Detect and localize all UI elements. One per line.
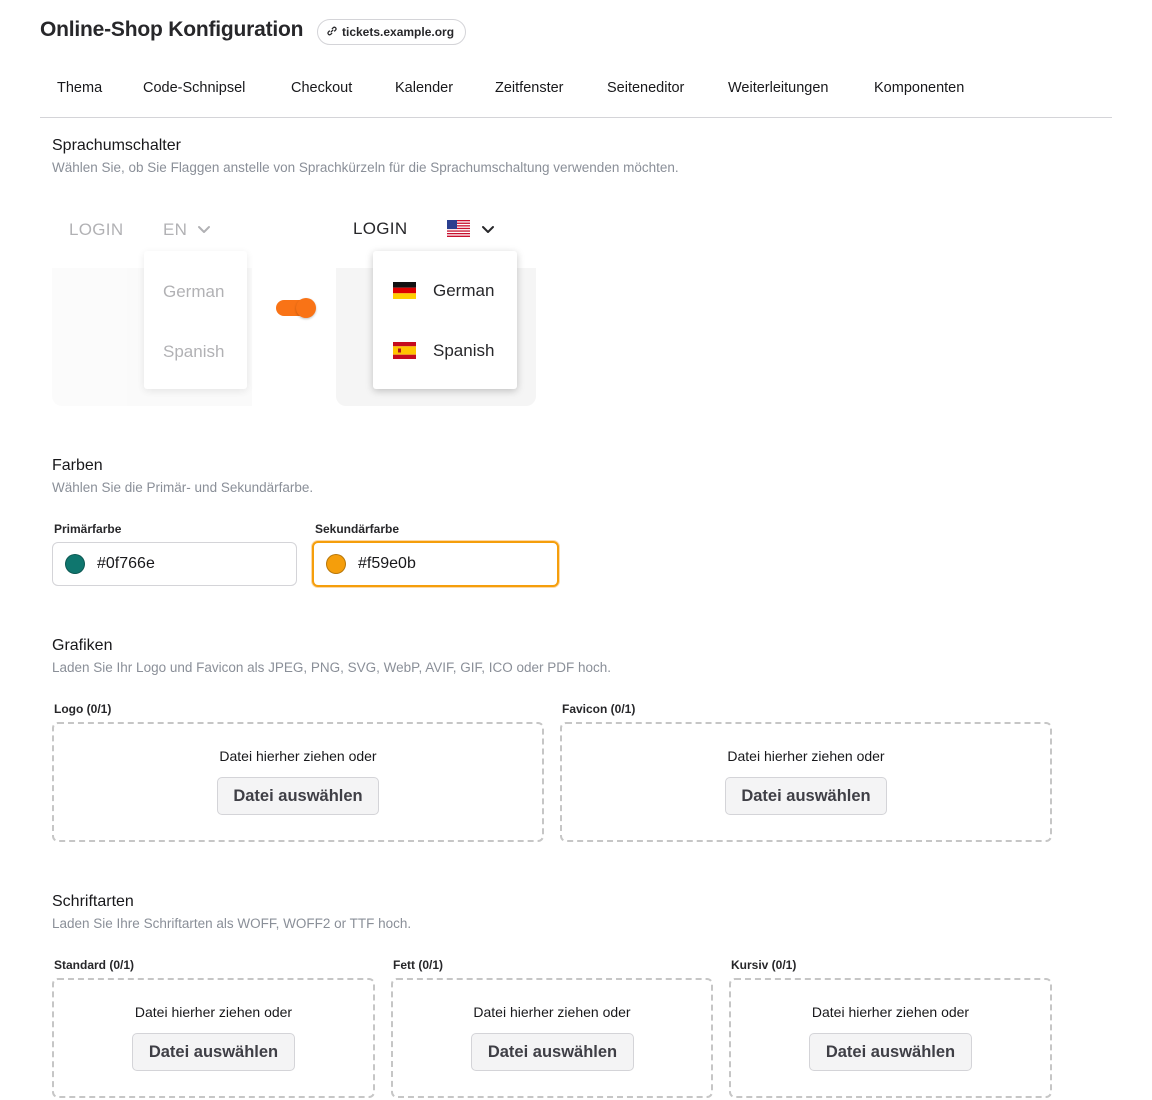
font-bold-select-file-button[interactable]: Datei auswählen (471, 1033, 634, 1071)
preview-dropdown: German Spanish (373, 251, 517, 389)
tab-code-schnipsel[interactable]: Code-Schnipsel (143, 80, 245, 96)
tab-checkout[interactable]: Checkout (291, 80, 352, 96)
graphics-description: Laden Sie Ihr Logo und Favicon als JPEG,… (52, 660, 612, 675)
dropzone-text: Datei hierher ziehen oder (219, 748, 377, 764)
font-regular-dropzone[interactable]: Datei hierher ziehen oder Datei auswähle… (52, 978, 375, 1098)
secondary-color-label: Sekundärfarbe (315, 522, 400, 536)
chevron-down-icon (481, 222, 495, 241)
favicon-upload-label: Favicon (0/1) (562, 702, 636, 716)
font-italic-select-file-button[interactable]: Datei auswählen (809, 1033, 972, 1071)
shop-url-text: tickets.example.org (342, 25, 455, 39)
tab-weiterleitungen[interactable]: Weiterleitungen (728, 80, 829, 96)
us-flag-icon (447, 220, 470, 242)
preview-option-german: German (163, 282, 225, 301)
settings-tabs: Thema Code-Schnipsel Checkout Kalender Z… (40, 80, 1112, 118)
primary-color-input[interactable]: #0f766e (52, 542, 297, 586)
tab-kalender[interactable]: Kalender (395, 80, 453, 96)
preview-option-spanish: Spanish (433, 341, 495, 360)
favicon-dropzone[interactable]: Datei hierher ziehen oder Datei auswähle… (560, 722, 1052, 842)
font-regular-label: Standard (0/1) (54, 958, 135, 972)
font-italic-label: Kursiv (0/1) (731, 958, 797, 972)
language-switcher-description: Wählen Sie, ob Sie Flaggen anstelle von … (52, 160, 679, 175)
primary-color-label: Primärfarbe (54, 522, 122, 536)
preview-option-german: German (433, 281, 495, 300)
font-bold-label: Fett (0/1) (393, 958, 444, 972)
preview-dropdown: German Spanish (144, 251, 247, 389)
dropzone-text: Datei hierher ziehen oder (134, 1004, 293, 1020)
favicon-select-file-button[interactable]: Datei auswählen (725, 777, 887, 815)
fonts-title: Schriftarten (52, 893, 134, 910)
de-flag-icon (393, 282, 416, 304)
preview-login-label: LOGIN (69, 220, 124, 239)
preview-option-spanish: Spanish (163, 342, 225, 361)
primary-color-swatch[interactable] (65, 554, 85, 574)
chevron-down-icon (197, 222, 211, 241)
secondary-color-value: #f59e0b (358, 555, 416, 572)
preview-language-code: EN (163, 220, 188, 239)
use-flags-toggle[interactable] (276, 298, 316, 318)
secondary-color-input[interactable]: #f59e0b (312, 541, 559, 587)
dropzone-text: Datei hierher ziehen oder (811, 1004, 970, 1020)
link-icon (327, 25, 337, 39)
font-bold-dropzone[interactable]: Datei hierher ziehen oder Datei auswähle… (391, 978, 713, 1098)
dropzone-text: Datei hierher ziehen oder (727, 748, 885, 764)
language-switcher-title: Sprachumschalter (52, 137, 181, 154)
graphics-title: Grafiken (52, 637, 113, 654)
page-title: Online-Shop Konfiguration (40, 18, 304, 41)
preview-login-label: LOGIN (353, 219, 408, 238)
colors-title: Farben (52, 457, 103, 474)
primary-color-value: #0f766e (97, 555, 155, 572)
tab-zeitfenster[interactable]: Zeitfenster (495, 80, 564, 96)
logo-upload-label: Logo (0/1) (54, 702, 112, 716)
font-italic-dropzone[interactable]: Datei hierher ziehen oder Datei auswähle… (729, 978, 1052, 1098)
logo-dropzone[interactable]: Datei hierher ziehen oder Datei auswähle… (52, 722, 544, 842)
tab-seiteneditor[interactable]: Seiteneditor (607, 80, 684, 96)
es-flag-icon (393, 342, 416, 364)
dropzone-text: Datei hierher ziehen oder (473, 1004, 631, 1020)
font-regular-select-file-button[interactable]: Datei auswählen (132, 1033, 295, 1071)
shop-url-link[interactable]: tickets.example.org (317, 19, 467, 45)
fonts-description: Laden Sie Ihre Schriftarten als WOFF, WO… (52, 916, 412, 931)
tab-komponenten[interactable]: Komponenten (874, 80, 964, 96)
logo-select-file-button[interactable]: Datei auswählen (217, 777, 379, 815)
tab-thema[interactable]: Thema (57, 80, 102, 96)
colors-description: Wählen Sie die Primär- und Sekundärfarbe… (52, 480, 314, 495)
secondary-color-swatch[interactable] (326, 554, 346, 574)
